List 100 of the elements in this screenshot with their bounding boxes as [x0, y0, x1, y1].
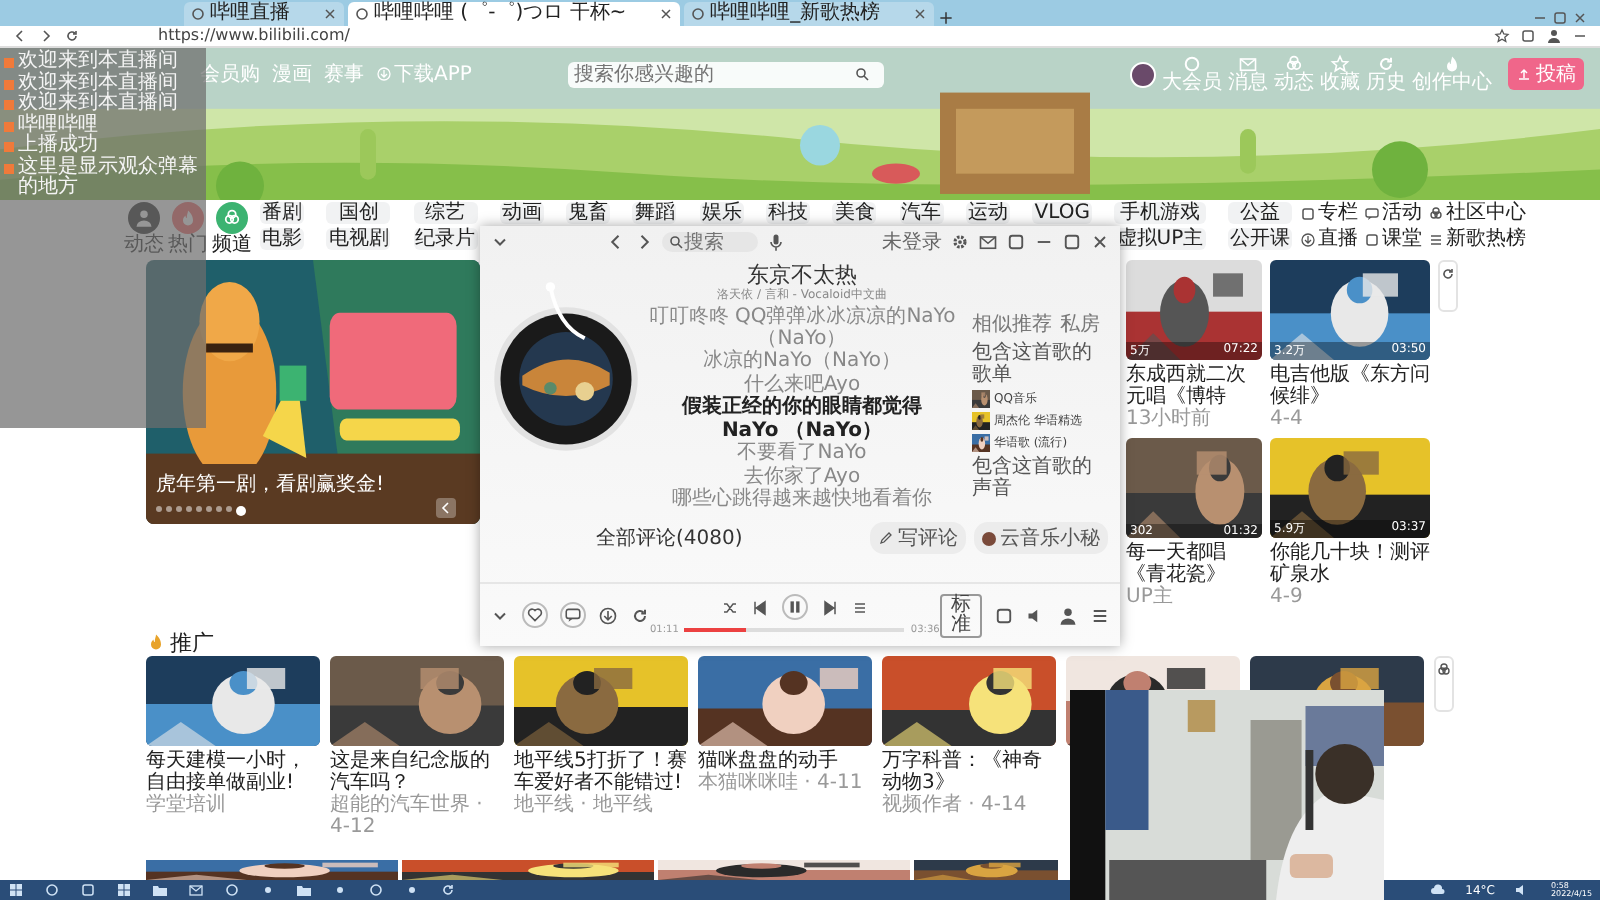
queue-icon[interactable]: [1090, 605, 1110, 625]
previous-icon[interactable]: [749, 597, 770, 617]
channel-link[interactable]: 新歌热榜: [1428, 228, 1526, 250]
back-icon[interactable]: [12, 28, 28, 44]
heart-icon[interactable]: [522, 602, 548, 628]
playlist-icon[interactable]: [851, 599, 868, 615]
forward-icon[interactable]: [38, 28, 54, 44]
app-icon[interactable]: [368, 882, 384, 898]
collections-icon[interactable]: [1520, 28, 1536, 44]
video-title[interactable]: 东成西就二次元唱《博特: [1126, 364, 1262, 408]
app-icon[interactable]: [44, 882, 60, 898]
video-title[interactable]: 这是来自纪念版的汽车吗？: [330, 750, 504, 794]
category-tag[interactable]: 手机游戏: [1114, 202, 1206, 224]
app-icon[interactable]: [332, 882, 348, 898]
close-icon[interactable]: [912, 6, 929, 22]
mail-icon[interactable]: [978, 232, 998, 252]
category-tag[interactable]: 美食: [832, 202, 877, 224]
channel-link[interactable]: 专栏: [1300, 202, 1358, 224]
carousel-dot[interactable]: [186, 505, 192, 511]
chat-message: 欢迎来到本直播间: [18, 94, 178, 114]
reload-icon[interactable]: [64, 28, 80, 44]
carousel-dot[interactable]: [216, 505, 222, 511]
app-icon[interactable]: [224, 882, 240, 898]
profile-icon[interactable]: [1546, 28, 1562, 44]
category-tag[interactable]: 科技: [766, 202, 811, 224]
panel-tab[interactable]: 相似推荐: [972, 310, 1052, 338]
category-tag[interactable]: 电影: [260, 228, 304, 250]
video-title[interactable]: 电吉他版《东方问候绯》: [1270, 364, 1430, 408]
next-icon[interactable]: [819, 597, 840, 617]
app-icon[interactable]: [116, 882, 132, 898]
pause-icon[interactable]: [781, 594, 808, 620]
app-icon[interactable]: [404, 882, 420, 898]
search-field[interactable]: 搜索: [662, 232, 758, 252]
channel-link[interactable]: 活动: [1364, 202, 1422, 224]
shuffle-icon[interactable]: [721, 599, 738, 615]
channel-link[interactable]: 社区中心: [1428, 202, 1526, 224]
microphone-icon[interactable]: [766, 232, 786, 252]
carousel-dot[interactable]: [236, 505, 246, 515]
login-link[interactable]: 未登录: [882, 228, 942, 256]
app-icon[interactable]: [260, 882, 276, 898]
carousel-dot[interactable]: [196, 505, 202, 511]
category-tag[interactable]: 娱乐: [699, 202, 744, 224]
video-title[interactable]: 万字科普：《神奇动物3》: [882, 750, 1056, 794]
category-tag[interactable]: 番剧: [260, 202, 304, 224]
search-field[interactable]: 搜索你感兴趣的: [567, 61, 884, 87]
carousel-dot[interactable]: [176, 505, 182, 511]
download-icon[interactable]: [598, 605, 618, 625]
panel-tab[interactable]: 私房: [1060, 310, 1100, 338]
maximize-icon[interactable]: [1552, 10, 1568, 26]
channel-link[interactable]: 课堂: [1364, 228, 1422, 250]
close-icon[interactable]: [1572, 10, 1588, 26]
close-icon[interactable]: [322, 6, 338, 22]
category-tag[interactable]: 纪录片: [413, 228, 478, 250]
category-tag[interactable]: 虚拟UP主: [1114, 228, 1206, 250]
new-tab-icon[interactable]: [935, 6, 958, 30]
comment-icon[interactable]: [560, 602, 586, 628]
video-title[interactable]: 每一天都唱《青花瓷》: [1126, 542, 1262, 586]
favorite-icon[interactable]: [1494, 28, 1510, 44]
browser-tab[interactable]: 哔哩哔哩_新歌热榜: [684, 2, 935, 26]
search-icon[interactable]: [853, 66, 870, 82]
channel-link[interactable]: 直播: [1300, 228, 1358, 250]
video-title[interactable]: 你能几十块！测评矿泉水: [1270, 542, 1430, 586]
category-tag[interactable]: 动画: [499, 202, 544, 224]
close-icon[interactable]: [658, 6, 675, 22]
category-tag[interactable]: 公开课: [1227, 228, 1292, 250]
video-title[interactable]: 每天建模一小时，自由接单做副业!: [146, 750, 320, 794]
write-comment-button[interactable]: 写评论: [870, 522, 966, 554]
channel-shortcut[interactable]: 频道: [212, 202, 252, 256]
browser-tab[interactable]: 哔哩哔哩 (゜-゜)つロ 干杯~: [348, 2, 681, 26]
refresh-icon[interactable]: [1440, 266, 1456, 282]
settings-icon[interactable]: [950, 232, 970, 252]
category-tag[interactable]: 国创: [326, 202, 391, 224]
lyric-line: NaYo （NaYo）: [721, 421, 883, 441]
category-tag[interactable]: 汽车: [899, 202, 944, 224]
carousel-dot[interactable]: [226, 505, 232, 511]
lyric-line: 假装正经的你的眼睛都觉得: [682, 398, 922, 419]
category-tag[interactable]: 公益: [1227, 202, 1292, 224]
category-tag[interactable]: 运动: [965, 202, 1010, 224]
category-tag[interactable]: 舞蹈: [632, 202, 677, 224]
quality-button[interactable]: 标准: [939, 593, 982, 637]
category-tag[interactable]: VLOG: [1032, 202, 1092, 224]
category-tag[interactable]: 综艺: [413, 202, 478, 224]
globe-icon: [690, 6, 707, 22]
comments-link[interactable]: 全部评论(4080): [596, 524, 743, 552]
address-field[interactable]: https://www.bilibili.com/: [150, 26, 358, 46]
browser-tab[interactable]: 哔哩直播: [184, 2, 344, 26]
maximize-icon[interactable]: [1062, 232, 1082, 252]
video-title[interactable]: 猫咪盘盘的动手: [698, 750, 872, 772]
app-icon[interactable]: [80, 882, 96, 898]
close-icon[interactable]: [1090, 232, 1110, 252]
carousel-dot[interactable]: [166, 505, 172, 511]
app-icon[interactable]: [440, 882, 456, 898]
assistant-button[interactable]: 云音乐小秘: [974, 522, 1108, 554]
carousel-dot[interactable]: [156, 505, 162, 511]
app-icon[interactable]: [188, 882, 204, 898]
video-title[interactable]: 地平线5打折了！赛车爱好者不能错过!: [514, 750, 688, 794]
category-tag[interactable]: 鬼畜: [566, 202, 611, 224]
category-tag[interactable]: 电视剧: [326, 228, 391, 250]
windows-start-icon[interactable]: [8, 882, 24, 898]
carousel-dot[interactable]: [206, 505, 212, 511]
